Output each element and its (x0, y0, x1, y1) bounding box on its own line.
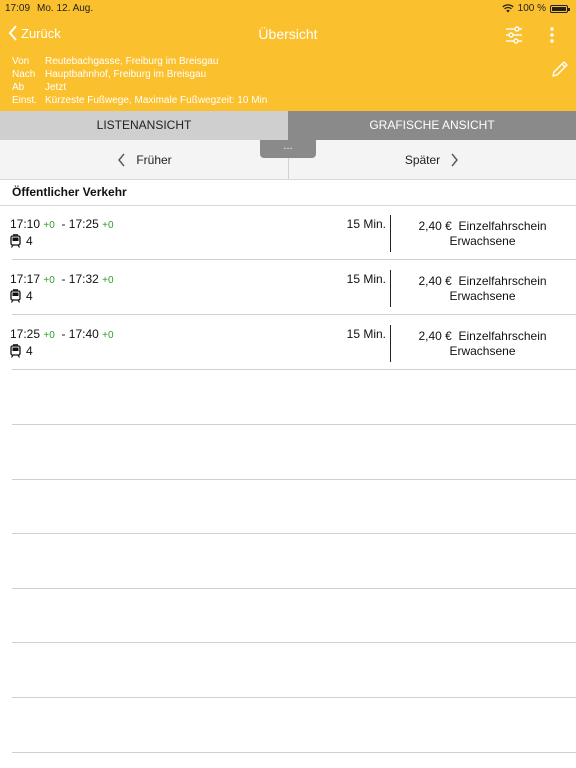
earlier-button[interactable]: Früher (0, 140, 288, 179)
duration: 15 Min. (346, 327, 386, 341)
page-title: Übersicht (258, 26, 318, 42)
time-pager: Früher Später ... (0, 140, 576, 180)
duration: 15 Min. (346, 272, 386, 286)
duration: 15 Min. (346, 217, 386, 231)
fare-name: Einzelfahrschein (458, 274, 547, 288)
empty-row-separator (12, 588, 576, 589)
row-separator (12, 314, 576, 315)
later-label: Später (404, 152, 441, 167)
status-time: 17:09 (5, 3, 31, 14)
filter-sliders-icon[interactable] (503, 24, 525, 46)
departure-time: 17:25 (10, 327, 41, 341)
wifi-icon (501, 4, 514, 13)
nav-bar: Zurück Übersicht (0, 20, 576, 50)
connection-times: 17:10 +0 - 17:25 +0 (10, 217, 114, 231)
status-date: Mo. 12. Aug. (37, 3, 94, 14)
fare-info: 2,40 € Einzelfahrschein Erwachsene (395, 274, 570, 304)
more-vertical-icon[interactable] (545, 24, 559, 46)
route-summary[interactable]: Von Reutebachgasse, Freiburg im Breisgau… (12, 55, 267, 107)
line-number: 4 (26, 289, 33, 303)
row-separator (12, 369, 576, 370)
later-button[interactable]: Später (289, 140, 576, 179)
back-label: Zurück (21, 25, 61, 41)
arrival-delay: +0 (102, 330, 114, 341)
fare-type: Erwachsene (449, 344, 516, 358)
line-number: 4 (26, 234, 33, 248)
departure-time: 17:10 (10, 217, 41, 231)
from-value: Reutebachgasse, Freiburg im Breisgau (45, 56, 219, 67)
divider (390, 325, 391, 362)
connection-row[interactable]: 17:25 +0 - 17:40 +0 4 15 Min. 2,40 € Ein… (0, 316, 576, 370)
arrival-time: 17:32 (68, 272, 99, 286)
empty-row-separator (12, 424, 576, 425)
connection-times: 17:17 +0 - 17:32 +0 (10, 272, 114, 286)
departure-value: Jetzt (45, 82, 67, 93)
status-right: 100 % (501, 3, 570, 14)
summary-settings-row: Einst. Kürzeste Fußwege, Maximale Fußweg… (12, 94, 267, 107)
empty-row-separator (12, 479, 576, 480)
earlier-label: Früher (136, 152, 172, 167)
fare-price: 2,40 € (418, 329, 452, 343)
empty-row-separator (12, 642, 576, 643)
back-button[interactable]: Zurück (8, 25, 61, 41)
connection-row[interactable]: 17:10 +0 - 17:25 +0 4 15 Min. 2,40 € Ein… (0, 206, 576, 260)
tab-graphic-view[interactable]: GRAFISCHE ANSICHT (288, 111, 576, 140)
empty-row-separator (12, 752, 576, 753)
to-label: Nach (12, 69, 36, 80)
from-label: Von (12, 56, 30, 67)
row-separator (12, 259, 576, 260)
fare-info: 2,40 € Einzelfahrschein Erwachsene (395, 219, 570, 249)
battery-percent: 100 % (517, 3, 546, 14)
line-number: 4 (26, 344, 33, 358)
to-value: Hauptbahnhof, Freiburg im Breisgau (45, 69, 207, 80)
fare-price: 2,40 € (418, 219, 452, 233)
connection-row[interactable]: 17:17 +0 - 17:32 +0 4 15 Min. 2,40 € Ein… (0, 261, 576, 315)
tram-icon (10, 289, 21, 303)
summary-from-row: Von Reutebachgasse, Freiburg im Breisgau (12, 55, 267, 68)
view-tabs: LISTENANSICHT GRAFISCHE ANSICHT (0, 111, 576, 140)
chevron-left-icon (8, 25, 17, 41)
summary-to-row: Nach Hauptbahnhof, Freiburg im Breisgau (12, 68, 267, 81)
chevron-right-icon (451, 153, 459, 166)
battery-icon (550, 4, 570, 13)
tram-icon (10, 344, 21, 358)
departure-delay: +0 (43, 330, 55, 341)
divider (390, 215, 391, 252)
arrival-time: 17:25 (68, 217, 99, 231)
arrival-delay: +0 (102, 220, 114, 231)
empty-row-separator (12, 697, 576, 698)
divider (390, 270, 391, 307)
fare-name: Einzelfahrschein (458, 219, 547, 233)
tram-icon (10, 234, 21, 248)
arrival-delay: +0 (102, 275, 114, 286)
departure-delay: +0 (43, 275, 55, 286)
empty-row-separator (12, 533, 576, 534)
transport-mode: 4 (10, 344, 33, 358)
fare-name: Einzelfahrschein (458, 329, 547, 343)
transport-mode: 4 (10, 234, 33, 248)
connection-times: 17:25 +0 - 17:40 +0 (10, 327, 114, 341)
transport-mode: 4 (10, 289, 33, 303)
chevron-left-icon (118, 153, 125, 166)
tab-list-view[interactable]: LISTENANSICHT (0, 111, 288, 140)
section-title: Öffentlicher Verkehr (12, 185, 127, 199)
settings-value: Kürzeste Fußwege, Maximale Fußwegzeit: 1… (45, 95, 268, 106)
pager-handle[interactable]: ... (260, 140, 316, 158)
departure-time: 17:17 (10, 272, 41, 286)
summary-departure-row: Ab Jetzt (12, 81, 267, 94)
fare-type: Erwachsene (449, 234, 516, 248)
departure-label: Ab (12, 82, 25, 93)
app-header: 17:09 Mo. 12. Aug. 100 % Zurück Übersich… (0, 0, 576, 111)
fare-type: Erwachsene (449, 289, 516, 303)
departure-delay: +0 (43, 220, 55, 231)
fare-info: 2,40 € Einzelfahrschein Erwachsene (395, 329, 570, 359)
fare-price: 2,40 € (418, 274, 452, 288)
settings-label: Einst. (12, 95, 38, 106)
pencil-icon[interactable] (550, 59, 570, 79)
status-bar: 17:09 Mo. 12. Aug. 100 % (0, 0, 576, 16)
arrival-time: 17:40 (68, 327, 99, 341)
